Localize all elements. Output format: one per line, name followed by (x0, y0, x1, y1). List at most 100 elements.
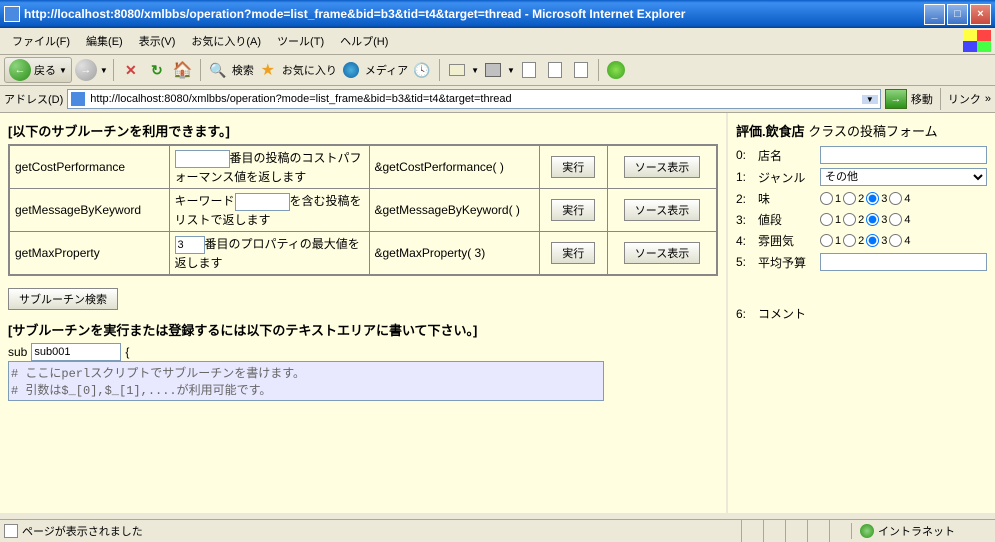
sub-desc: 番目のプロパティの最大値を返します (169, 232, 369, 276)
media-button[interactable] (339, 58, 363, 82)
search-label: 検索 (232, 62, 254, 78)
address-url[interactable]: http://localhost:8080/xmlbbs/operation?m… (86, 93, 862, 105)
ie-icon (4, 6, 20, 22)
field-num: 5: (736, 255, 752, 269)
address-dropdown-icon[interactable]: ▼ (862, 95, 878, 104)
budget-input[interactable] (820, 253, 987, 271)
back-dropdown-icon[interactable]: ▼ (59, 66, 67, 75)
genre-select[interactable]: その他 (820, 168, 987, 186)
radio-2[interactable] (843, 192, 856, 205)
mood-radio-group: 1234 (820, 234, 911, 247)
menu-view[interactable]: 表示(V) (131, 31, 184, 51)
sub-name-input[interactable] (31, 343, 121, 361)
status-cell (829, 520, 851, 542)
back-button[interactable]: ← 戻る ▼ (4, 57, 72, 83)
radio-1[interactable] (820, 213, 833, 226)
search-icon: 🔍 (209, 62, 226, 79)
sub-arg-input[interactable] (235, 193, 290, 211)
radio-1[interactable] (820, 192, 833, 205)
close-button[interactable]: × (970, 4, 991, 25)
mail-dropdown-icon[interactable]: ▼ (471, 66, 479, 75)
radio-3[interactable] (866, 234, 879, 247)
source-button[interactable]: ソース表示 (624, 199, 700, 221)
favorites-label: お気に入り (282, 62, 337, 78)
toolbar: ← 戻る ▼ → ▼ ✕ ↻ 🏠 🔍 検索 ★ お気に入り メディア 🕓 ▼ ▼ (0, 55, 995, 86)
field-num: 1: (736, 170, 752, 184)
sub-arg-input[interactable] (175, 150, 230, 168)
menu-help[interactable]: ヘルプ(H) (332, 31, 396, 51)
print-icon (485, 63, 501, 77)
shop-name-input[interactable] (820, 146, 987, 164)
address-label: アドレス(D) (4, 91, 63, 107)
go-label: 移動 (911, 91, 933, 107)
sub-keyword: sub (8, 345, 27, 359)
links-chevron-icon[interactable]: » (985, 93, 991, 105)
menu-tools[interactable]: ツール(T) (269, 31, 332, 51)
field-label: 平均予算 (758, 254, 814, 271)
status-cell (763, 520, 785, 542)
go-button[interactable]: → (885, 89, 907, 109)
menu-edit[interactable]: 編集(E) (78, 31, 131, 51)
radio-4[interactable] (889, 213, 902, 226)
left-frame: [以下のサブルーチンを利用できます。] getCostPerformance 番… (0, 113, 728, 513)
menu-favorites[interactable]: お気に入り(A) (183, 31, 269, 51)
radio-2[interactable] (843, 234, 856, 247)
status-cell (741, 520, 763, 542)
table-row: getCostPerformance 番目の投稿のコストパフォーマンス値を返しま… (9, 145, 717, 189)
maximize-button[interactable]: □ (947, 4, 968, 25)
media-label: メディア (365, 62, 408, 78)
textarea-heading: [サブルーチンを実行または登録するには以下のテキストエリアに書いて下さい。] (8, 320, 718, 339)
radio-3[interactable] (866, 192, 879, 205)
icq-flower-icon (607, 61, 625, 79)
field-label: 店名 (758, 147, 814, 164)
mail-button[interactable] (445, 58, 469, 82)
edit-button[interactable] (517, 58, 541, 82)
execute-button[interactable]: 実行 (551, 156, 595, 178)
radio-4[interactable] (889, 192, 902, 205)
field-label: 味 (758, 190, 814, 207)
forward-button[interactable]: → (74, 58, 98, 82)
sub-call: &getMessageByKeyword( ) (369, 189, 539, 232)
radio-3[interactable] (866, 213, 879, 226)
stop-button[interactable]: ✕ (119, 58, 143, 82)
radio-2[interactable] (843, 213, 856, 226)
menu-file[interactable]: ファイル(F) (4, 31, 78, 51)
table-row: getMaxProperty 番目のプロパティの最大値を返します &getMax… (9, 232, 717, 276)
minimize-button[interactable]: _ (924, 4, 945, 25)
search-button[interactable]: 🔍 (206, 58, 230, 82)
subroutine-textarea[interactable] (8, 361, 604, 401)
home-icon: 🏠 (173, 60, 193, 80)
field-label: コメント (758, 305, 814, 322)
execute-button[interactable]: 実行 (551, 199, 595, 221)
media-icon (343, 62, 359, 78)
links-label[interactable]: リンク (948, 91, 981, 107)
print-dropdown-icon[interactable]: ▼ (507, 66, 515, 75)
discuss-button[interactable] (543, 58, 567, 82)
favorites-button[interactable]: ★ (256, 58, 280, 82)
print-button[interactable] (481, 58, 505, 82)
window-titlebar: http://localhost:8080/xmlbbs/operation?m… (0, 0, 995, 28)
menubar: ファイル(F) 編集(E) 表示(V) お気に入り(A) ツール(T) ヘルプ(… (0, 28, 995, 55)
address-input[interactable]: http://localhost:8080/xmlbbs/operation?m… (67, 89, 881, 109)
icq-button[interactable] (604, 58, 628, 82)
form-title: 評価.飲食店 クラスの投稿フォーム (736, 121, 987, 140)
radio-1[interactable] (820, 234, 833, 247)
stop-icon: ✕ (125, 62, 137, 79)
forward-dropdown-icon[interactable]: ▼ (100, 66, 108, 75)
source-button[interactable]: ソース表示 (624, 156, 700, 178)
sub-desc: 番目の投稿のコストパフォーマンス値を返します (169, 145, 369, 189)
messenger-button[interactable] (569, 58, 593, 82)
history-icon: 🕓 (413, 62, 430, 79)
sub-call: &getMaxProperty( 3) (369, 232, 539, 276)
refresh-button[interactable]: ↻ (145, 58, 169, 82)
home-button[interactable]: 🏠 (171, 58, 195, 82)
price-radio-group: 1234 (820, 213, 911, 226)
execute-button[interactable]: 実行 (551, 242, 595, 264)
sub-arg-input[interactable] (175, 236, 205, 254)
source-button[interactable]: ソース表示 (624, 242, 700, 264)
history-button[interactable]: 🕓 (410, 58, 434, 82)
ie-logo-icon (963, 30, 991, 52)
field-num: 0: (736, 148, 752, 162)
subroutine-search-button[interactable]: サブルーチン検索 (8, 288, 118, 310)
radio-4[interactable] (889, 234, 902, 247)
